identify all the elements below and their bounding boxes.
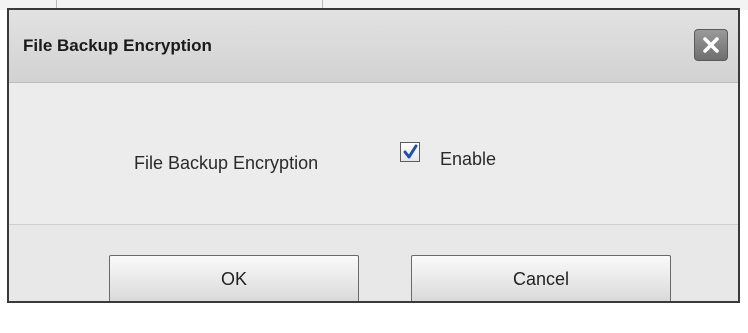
checkmark-icon bbox=[403, 144, 418, 159]
encryption-dialog: File Backup Encryption File Backup Encry… bbox=[7, 8, 740, 303]
dialog-title: File Backup Encryption bbox=[23, 36, 212, 55]
enable-checkbox[interactable] bbox=[400, 142, 420, 162]
background-divider bbox=[322, 0, 323, 8]
close-button[interactable] bbox=[694, 29, 728, 61]
cancel-button[interactable]: Cancel bbox=[411, 255, 671, 301]
encryption-field-label: File Backup Encryption bbox=[134, 153, 319, 173]
close-icon bbox=[703, 37, 719, 53]
dialog-content: File Backup Encryption Enable bbox=[9, 83, 738, 224]
dialog-title-bar: File Backup Encryption bbox=[9, 10, 738, 83]
dialog-footer: OK Cancel bbox=[9, 224, 738, 301]
ok-button[interactable]: OK bbox=[109, 255, 359, 301]
background-divider bbox=[56, 0, 57, 8]
enable-checkbox-label[interactable]: Enable bbox=[440, 149, 496, 170]
